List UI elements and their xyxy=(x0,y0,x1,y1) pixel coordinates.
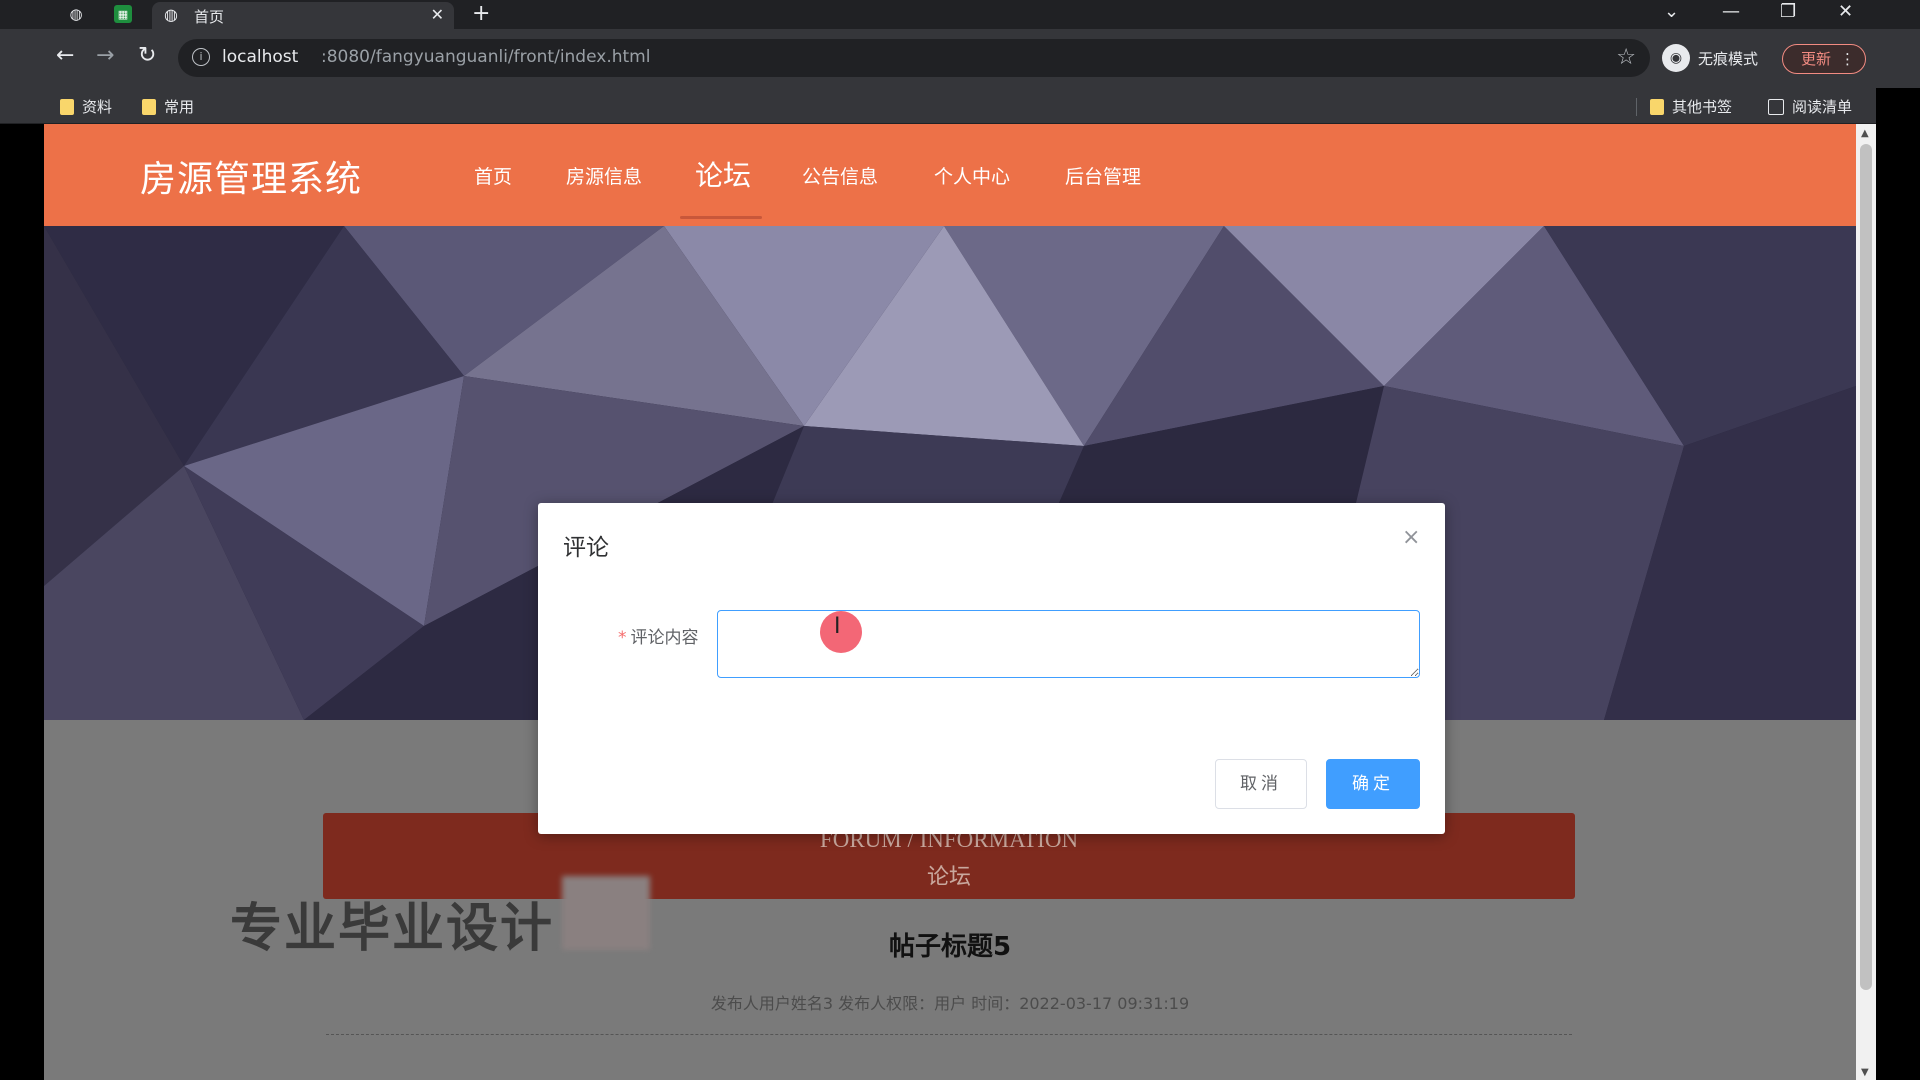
window-close-icon[interactable]: ✕ xyxy=(1838,1,1853,22)
confirm-button[interactable]: 确定 xyxy=(1326,759,1420,809)
dialog-title: 评论 xyxy=(563,535,609,561)
url-host: localhost xyxy=(222,47,299,67)
cancel-button[interactable]: 取消 xyxy=(1215,759,1307,809)
more-vert-icon[interactable]: ⋮ xyxy=(1840,45,1855,73)
browser-tab-strip: ◍ ▦ ◍ 首页 ✕ + ⌄ — ❐ ✕ xyxy=(0,0,1920,29)
active-tab[interactable]: ◍ 首页 ✕ xyxy=(152,2,454,29)
page-viewport: 房源管理系统 首页 房源信息 论坛 公告信息 个人中心 后台管理 FORUM /… xyxy=(44,124,1856,1080)
bookmark-folder[interactable]: 资料 xyxy=(60,96,112,117)
folder-icon xyxy=(60,98,74,115)
reading-list-label: 阅读清单 xyxy=(1792,98,1853,116)
star-icon[interactable]: ☆ xyxy=(1616,45,1636,70)
bookmarks-divider xyxy=(1636,98,1637,116)
text-cursor-icon: I xyxy=(834,614,841,639)
bookmark-folder[interactable]: 常用 xyxy=(142,96,194,117)
update-button[interactable]: 更新 ⋮ xyxy=(1782,44,1866,74)
url-path: :8080/fangyuanguanli/front/index.html xyxy=(321,47,651,67)
nav-item-admin[interactable]: 后台管理 xyxy=(1065,162,1141,189)
reading-list-icon xyxy=(1768,98,1784,115)
post-divider xyxy=(326,1034,1572,1035)
site-header: 房源管理系统 首页 房源信息 论坛 公告信息 个人中心 后台管理 xyxy=(44,124,1856,226)
bookmarks-bar: 资料 常用 其他书签 阅读清单 xyxy=(0,88,1920,124)
comment-dialog: 评论 × * 评论内容 I 取消 确定 xyxy=(538,503,1445,834)
sheets-tab-icon[interactable]: ▦ xyxy=(114,5,132,23)
reload-icon[interactable]: ↻ xyxy=(138,43,156,68)
address-bar[interactable]: i localhost :8080/fangyuanguanli/front/i… xyxy=(178,39,1650,77)
other-bookmarks[interactable]: 其他书签 xyxy=(1650,96,1732,117)
globe-icon[interactable]: ◍ xyxy=(66,4,86,24)
update-label: 更新 xyxy=(1801,50,1832,68)
scrollbar-thumb[interactable] xyxy=(1860,144,1872,990)
browser-toolbar: ← → ↻ i localhost :8080/fangyuanguanli/f… xyxy=(0,29,1920,88)
post-title[interactable]: 帖子标题5 xyxy=(44,926,1856,963)
click-indicator xyxy=(820,611,862,653)
close-icon[interactable]: × xyxy=(1402,525,1420,550)
page-scrollbar[interactable]: ▲ ▼ xyxy=(1856,124,1876,1080)
nav-item-listings[interactable]: 房源信息 xyxy=(566,162,642,189)
tab-close-icon[interactable]: ✕ xyxy=(431,5,444,24)
nav-item-announcements[interactable]: 公告信息 xyxy=(802,162,878,189)
folder-icon xyxy=(1650,98,1664,115)
chevron-down-icon[interactable]: ⌄ xyxy=(1664,1,1679,22)
post-meta: 发布人用户姓名3 发布人权限：用户 时间：2022-03-17 09:31:19 xyxy=(710,994,1190,1013)
bookmark-label: 常用 xyxy=(164,98,195,116)
minimize-icon[interactable]: — xyxy=(1722,1,1740,22)
active-nav-indicator xyxy=(680,216,762,219)
incognito-icon: ◉ xyxy=(1662,44,1690,72)
site-title: 房源管理系统 xyxy=(140,159,363,200)
nav-item-forum[interactable]: 论坛 xyxy=(695,154,751,194)
info-icon[interactable]: i xyxy=(192,48,210,66)
globe-icon: ◍ xyxy=(164,5,178,24)
scroll-up-icon[interactable]: ▲ xyxy=(1861,128,1869,139)
other-bookmarks-label: 其他书签 xyxy=(1672,98,1733,116)
screen-edge xyxy=(1876,88,1920,1080)
folder-icon xyxy=(142,98,156,115)
comment-field-label: * 评论内容 xyxy=(618,623,699,648)
restore-icon[interactable]: ❐ xyxy=(1780,1,1796,22)
tab-title: 首页 xyxy=(194,8,225,26)
scroll-down-icon[interactable]: ▼ xyxy=(1861,1067,1869,1078)
comment-label-text: 评论内容 xyxy=(630,628,699,648)
back-arrow-icon[interactable]: ← xyxy=(56,43,74,68)
forward-arrow-icon[interactable]: → xyxy=(96,43,114,68)
required-mark: * xyxy=(618,628,627,648)
reading-list[interactable]: 阅读清单 xyxy=(1768,96,1852,117)
nav-item-profile[interactable]: 个人中心 xyxy=(934,162,1010,189)
new-tab-button[interactable]: + xyxy=(472,1,490,26)
incognito-indicator[interactable]: ◉ 无痕模式 xyxy=(1662,43,1758,73)
nav-item-home[interactable]: 首页 xyxy=(474,162,512,189)
bookmark-label: 资料 xyxy=(82,98,113,116)
incognito-label: 无痕模式 xyxy=(1698,49,1759,68)
